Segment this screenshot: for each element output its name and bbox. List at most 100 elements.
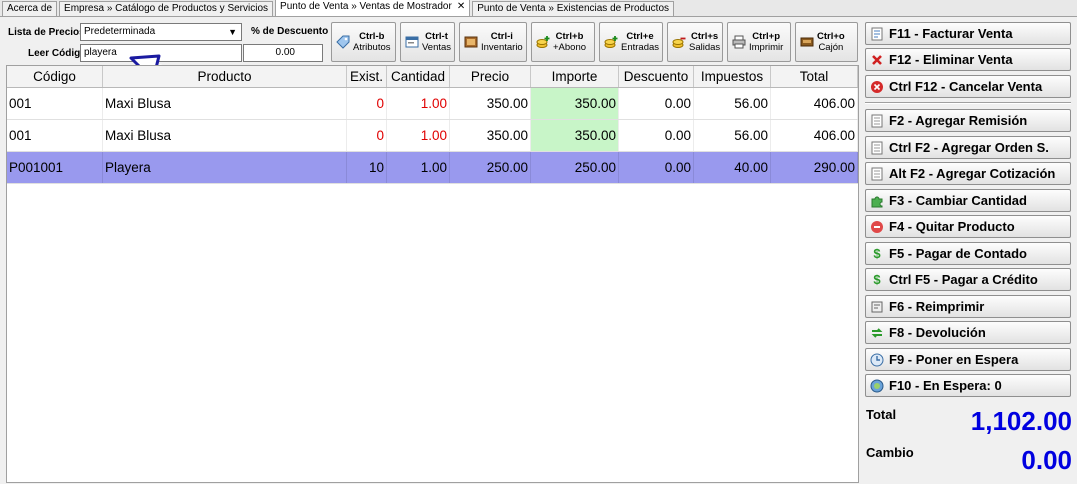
sales-button[interactable]: Ctrl-t Ventas [400, 22, 455, 62]
shortcut-label: Ctrl+p [752, 31, 781, 42]
cell-producto: Playera [103, 152, 347, 183]
button-label: Ctrl F2 - Agregar Orden S. [889, 140, 1049, 155]
price-list-value: Predeterminada [84, 26, 156, 37]
pay-credit-button[interactable]: $ Ctrl F5 - Pagar a Crédito [865, 268, 1071, 291]
reprint-button[interactable]: F6 - Reimprimir [865, 295, 1071, 318]
button-label: F6 - Reimprimir [889, 299, 985, 314]
printer-icon [732, 35, 746, 49]
button-label: Salidas [689, 42, 721, 53]
button-label: +Abono [553, 42, 587, 53]
column-header-total[interactable]: Total [771, 66, 858, 87]
remove-product-button[interactable]: F4 - Quitar Producto [865, 215, 1071, 238]
discount-input[interactable]: 0.00 [243, 44, 323, 62]
cell-descuento: 0.00 [619, 152, 694, 183]
tab-ventas-mostrador[interactable]: Punto de Venta » Ventas de Mostrador ✕ [275, 0, 471, 16]
dollar-icon: $ [873, 245, 881, 261]
button-label: F4 - Quitar Producto [889, 219, 1015, 234]
shortcut-label: Ctrl+e [626, 31, 654, 42]
cash-out-button[interactable]: Ctrl+s Salidas [667, 22, 723, 62]
chevron-down-icon: ▼ [228, 27, 237, 37]
column-header-exist[interactable]: Exist. [347, 66, 387, 87]
add-quote-button[interactable]: Alt F2 - Agregar Cotización [865, 162, 1071, 185]
coins-in-icon [604, 36, 618, 48]
sales-table: Código Producto Exist. Cantidad Precio I… [6, 65, 859, 483]
cell-cantidad: 1.00 [387, 88, 450, 119]
tab-label: Punto de Venta » Ventas de Mostrador [280, 1, 452, 12]
cell-cantidad: 1.00 [387, 120, 450, 151]
table-row[interactable]: 001 Maxi Blusa 0 1.00 350.00 350.00 0.00… [7, 120, 858, 152]
return-button[interactable]: F8 - Devolución [865, 321, 1071, 344]
cell-precio: 350.00 [450, 88, 531, 119]
print-button[interactable]: Ctrl+p Imprimir [727, 22, 791, 62]
cell-importe: 350.00 [531, 120, 619, 151]
column-header-descuento[interactable]: Descuento [619, 66, 694, 87]
column-header-codigo[interactable]: Código [7, 66, 103, 87]
pos-window: Acerca de Empresa » Catálogo de Producto… [0, 0, 1077, 484]
cell-codigo: P001001 [7, 152, 103, 183]
add-remission-button[interactable]: F2 - Agregar Remisión [865, 109, 1071, 132]
cell-exist: 0 [347, 88, 387, 119]
return-arrows-icon [871, 327, 883, 338]
price-list-label: Lista de Precios [8, 27, 85, 38]
add-payment-button[interactable]: Ctrl+b +Abono [531, 22, 595, 62]
column-header-precio[interactable]: Precio [450, 66, 531, 87]
cell-impuestos: 56.00 [694, 88, 771, 119]
column-header-producto[interactable]: Producto [103, 66, 347, 87]
on-hold-list-button[interactable]: F10 - En Espera: 0 [865, 374, 1071, 397]
cell-impuestos: 56.00 [694, 120, 771, 151]
coins-plus-icon [536, 36, 550, 48]
change-quantity-button[interactable]: F3 - Cambiar Cantidad [865, 189, 1071, 212]
table-row[interactable]: 001 Maxi Blusa 0 1.00 350.00 350.00 0.00… [7, 88, 858, 120]
document-icon [871, 114, 883, 127]
button-label: Imprimir [749, 42, 784, 53]
cell-importe: 350.00 [531, 88, 619, 119]
shortcut-label: Ctrl-i [490, 31, 513, 42]
button-label: F2 - Agregar Remisión [889, 113, 1028, 128]
cell-producto: Maxi Blusa [103, 88, 347, 119]
sales-window-icon [405, 36, 419, 48]
table-row-selected[interactable]: P001001 Playera 10 1.00 250.00 250.00 0.… [7, 152, 858, 184]
cell-exist: 10 [347, 152, 387, 183]
document-icon [871, 141, 883, 154]
tab-empresa-catalogo[interactable]: Empresa » Catálogo de Productos y Servic… [59, 1, 274, 16]
cash-drawer-icon [800, 37, 814, 47]
cell-precio: 250.00 [450, 152, 531, 183]
document-icon [871, 167, 883, 180]
attributes-button[interactable]: Ctrl-b Atributos [331, 22, 396, 62]
button-label: F8 - Devolución [889, 325, 986, 340]
close-tab-icon[interactable]: ✕ [457, 1, 465, 12]
button-label: Ctrl F5 - Pagar a Crédito [889, 272, 1038, 287]
price-list-select[interactable]: Predeterminada ▼ [80, 23, 242, 41]
put-on-hold-button[interactable]: F9 - Poner en Espera [865, 348, 1071, 371]
cell-total: 290.00 [771, 152, 858, 183]
cash-in-button[interactable]: Ctrl+e Entradas [599, 22, 663, 62]
button-label: Ventas [422, 42, 452, 53]
divider [865, 102, 1071, 104]
button-label: F5 - Pagar de Contado [889, 246, 1027, 261]
cell-total: 406.00 [771, 88, 858, 119]
button-label: F9 - Poner en Espera [889, 352, 1019, 367]
clock-icon [870, 353, 884, 366]
delete-sale-button[interactable]: F12 - Eliminar Venta [865, 48, 1071, 71]
pay-cash-button[interactable]: $ F5 - Pagar de Contado [865, 242, 1071, 265]
inventory-button[interactable]: Ctrl-i Inventario [459, 22, 527, 62]
invoice-sale-button[interactable]: F11 - Facturar Venta [865, 22, 1071, 45]
column-header-impuestos[interactable]: Impuestos [694, 66, 771, 87]
button-label: F10 - En Espera: 0 [889, 378, 1002, 393]
cell-impuestos: 40.00 [694, 152, 771, 183]
total-value: 1,102.00 [970, 406, 1072, 436]
tab-acerca-de[interactable]: Acerca de [2, 1, 58, 16]
shortcut-label: Ctrl+o [817, 31, 845, 42]
add-service-order-button[interactable]: Ctrl F2 - Agregar Orden S. [865, 136, 1071, 159]
discount-label: % de Descuento [251, 26, 329, 37]
tab-existencias[interactable]: Punto de Venta » Existencias de Producto… [472, 1, 675, 16]
shortcut-label: Ctrl-t [425, 31, 448, 42]
column-header-cantidad[interactable]: Cantidad [387, 66, 450, 87]
cell-codigo: 001 [7, 88, 103, 119]
column-header-importe[interactable]: Importe [531, 66, 619, 87]
cash-drawer-button[interactable]: Ctrl+o Cajón [795, 22, 858, 62]
cancel-sale-button[interactable]: Ctrl F12 - Cancelar Venta [865, 75, 1071, 98]
change-label: Cambio [866, 445, 914, 460]
cell-codigo: 001 [7, 120, 103, 151]
cancel-circle-icon [871, 80, 883, 93]
